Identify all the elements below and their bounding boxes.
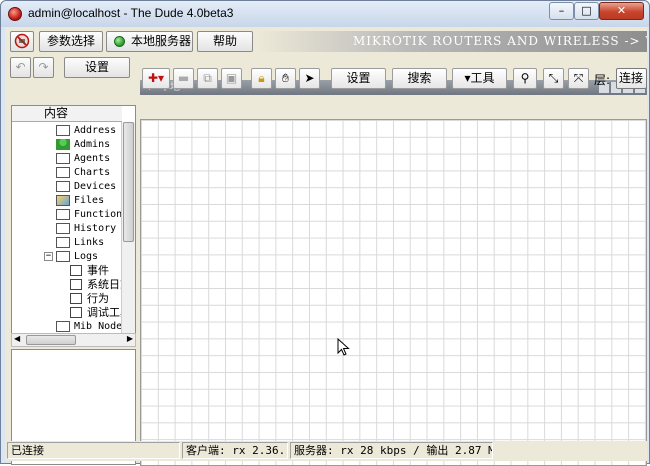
- tree-item-label: Charts: [74, 167, 111, 178]
- tree-item-label: 行为: [87, 292, 109, 305]
- scroll-thumb[interactable]: [123, 122, 134, 242]
- folder-icon: [56, 167, 70, 178]
- layer-select[interactable]: 连接: [616, 68, 647, 89]
- folder-icon: [56, 321, 70, 332]
- content-tree: 内容 Address Admins Agents Charts Devices Files…: [11, 105, 136, 346]
- tree-item-label: 事件: [87, 264, 109, 277]
- help-button[interactable]: 帮助: [197, 31, 253, 52]
- zoom-in-icon: ⤡: [548, 71, 559, 85]
- redo-icon: ↷: [38, 60, 49, 74]
- undo-button[interactable]: ↶: [10, 57, 31, 78]
- server-rate: 服务器: rx 28 kbps / 输出 2.87 Mbps: [290, 442, 493, 459]
- undo-icon: ↶: [15, 60, 26, 74]
- local-server-button[interactable]: 本地服务器: [106, 31, 193, 52]
- folder-icon: [56, 251, 70, 262]
- log-item-icon: [70, 265, 82, 276]
- tree-item-label: Files: [74, 195, 105, 206]
- mouse-cursor-icon: [337, 338, 350, 356]
- connection-status: 已连接: [7, 442, 180, 459]
- hand-tool-button[interactable]: ✋︎: [275, 68, 296, 89]
- folder-icon: [56, 209, 70, 220]
- folder-icon: [56, 125, 70, 136]
- maximize-button[interactable]: □: [574, 2, 599, 20]
- tree-header: 内容: [12, 106, 122, 122]
- scroll-right-arrow[interactable]: ▶: [127, 334, 133, 343]
- tools-dropdown[interactable]: ▾工具: [452, 68, 507, 89]
- zoom-fit-button[interactable]: ⤧: [568, 68, 589, 89]
- zoom-fit-icon: ⤧: [573, 71, 584, 85]
- tree-item-label: Agents: [74, 153, 111, 164]
- tree-expander[interactable]: −: [44, 252, 53, 261]
- scroll-left-arrow[interactable]: ◀: [14, 334, 20, 343]
- minimize-button[interactable]: –: [549, 2, 574, 20]
- layer-label: 层:: [594, 73, 611, 87]
- map-settings-button[interactable]: 设置: [331, 68, 386, 89]
- map-canvas[interactable]: [140, 119, 647, 466]
- admin-icon: [56, 139, 70, 150]
- mikrotik-banner[interactable]: MIKROTIK ROUTERS AND WIRELESS -> WWW: [257, 31, 647, 52]
- pointer-icon: ➤: [304, 71, 315, 85]
- tree-item-label: Logs: [74, 251, 99, 262]
- preferences-button[interactable]: 参数选择: [39, 31, 103, 52]
- title-bar: admin@localhost - The Dude 4.0beta3 – □ …: [1, 1, 649, 27]
- window-title: admin@localhost - The Dude 4.0beta3: [28, 6, 234, 20]
- tree-item-label: Links: [74, 237, 105, 248]
- status-bar: 已连接 客户端: rx 2.36... 服务器: rx 28 kbps / 输出…: [5, 441, 647, 461]
- app-window: admin@localhost - The Dude 4.0beta3 – □ …: [0, 0, 650, 466]
- binoculars-icon: ⚲: [520, 71, 530, 85]
- close-button[interactable]: ✕: [599, 2, 644, 20]
- paste-button[interactable]: ▣: [221, 68, 242, 89]
- remove-button[interactable]: ▬: [173, 68, 194, 89]
- tree-vertical-scrollbar[interactable]: ▼: [121, 122, 135, 345]
- lock-icon: 🔒︎: [258, 71, 265, 85]
- local-server-label: 本地服务器: [131, 34, 192, 48]
- copy-icon: ⧉: [203, 71, 212, 85]
- add-button[interactable]: ✚▾: [142, 68, 170, 89]
- copy-button[interactable]: ⧉: [197, 68, 218, 89]
- search-button[interactable]: 搜索: [392, 68, 447, 89]
- log-item-icon: [70, 307, 82, 318]
- client-rate: 客户端: rx 2.36...: [182, 442, 288, 459]
- disconnect-button[interactable]: [10, 31, 34, 52]
- find-button[interactable]: ⚲: [513, 68, 537, 89]
- tree-item-label: Address: [74, 125, 117, 136]
- log-item-icon: [70, 293, 82, 304]
- files-icon: [56, 195, 70, 206]
- tree-horizontal-scrollbar[interactable]: ◀ ▶: [11, 333, 136, 347]
- dude-app-icon: [8, 7, 22, 21]
- tree-item-label: Admins: [74, 139, 111, 150]
- folder-icon: [56, 223, 70, 234]
- lock-button[interactable]: 🔒︎: [251, 68, 272, 89]
- folder-icon: [56, 153, 70, 164]
- folder-icon: [56, 237, 70, 248]
- paste-icon: ▣: [225, 71, 238, 85]
- pointer-tool-button[interactable]: ➤: [299, 68, 320, 89]
- redo-button[interactable]: ↷: [33, 57, 54, 78]
- h-scroll-thumb[interactable]: [26, 335, 76, 345]
- hand-icon: ✋︎: [282, 71, 289, 85]
- server-status-icon: [114, 36, 125, 47]
- log-item-icon: [70, 279, 82, 290]
- plus-icon: ✚▾: [147, 71, 165, 85]
- client-area: 参数选择 本地服务器 帮助 MIKROTIK ROUTERS AND WIREL…: [5, 27, 647, 466]
- minus-icon: ▬: [177, 71, 190, 85]
- folder-icon: [56, 181, 70, 192]
- zoom-in-button[interactable]: ⤡: [543, 68, 564, 89]
- left-settings-button[interactable]: 设置: [64, 57, 130, 78]
- tree-item-label: History: [74, 223, 117, 234]
- disconnect-icon: [14, 33, 30, 49]
- tree-item-label: Devices: [74, 181, 117, 192]
